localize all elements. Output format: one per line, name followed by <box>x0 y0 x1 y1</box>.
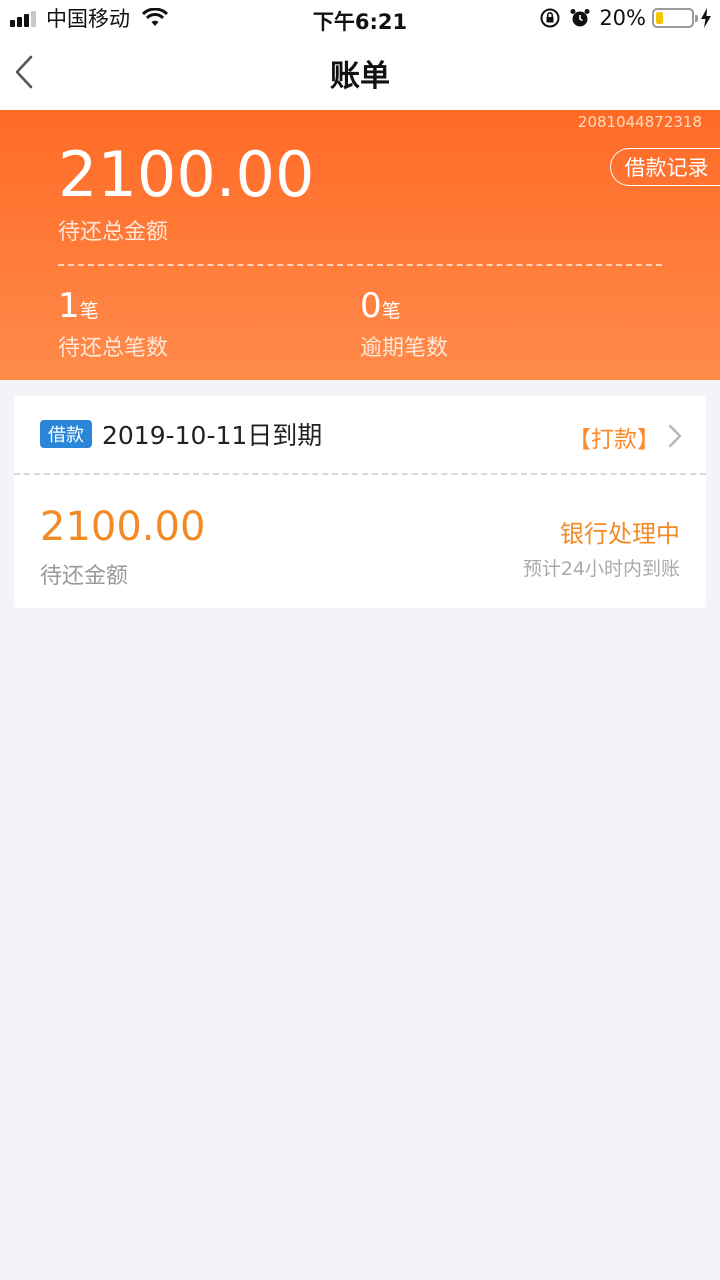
overdue-count-unit: 笔 <box>381 300 401 322</box>
overdue-count-label: 逾期笔数 <box>360 336 449 361</box>
bill-amount-label: 待还金额 <box>40 564 129 589</box>
pay-action[interactable]: 【打款】 <box>568 420 660 454</box>
back-arrow-icon[interactable] <box>12 54 36 90</box>
status-bar: 中国移动 下午6:21 20% <box>0 0 720 36</box>
dashed-divider <box>58 264 662 266</box>
pending-count: 1 <box>58 286 80 326</box>
status-right: 20% <box>539 0 712 36</box>
total-amount: 2100.00 <box>58 138 315 211</box>
total-amount-label: 待还总金额 <box>58 220 169 245</box>
bill-status: 银行处理中 <box>560 520 680 548</box>
pending-count-stat: 1笔 待还总笔数 <box>58 286 168 362</box>
pending-count-unit: 笔 <box>79 300 99 322</box>
bill-status-note: 预计24小时内到账 <box>522 558 680 580</box>
charging-icon <box>701 8 711 28</box>
pending-count-label: 待还总笔数 <box>58 336 169 361</box>
serial-number: 2081044872318 <box>577 113 702 131</box>
page-title: 账单 <box>330 59 390 94</box>
chevron-right-icon[interactable] <box>668 424 682 448</box>
battery-percent: 20% <box>599 6 646 30</box>
rotation-lock-icon <box>540 8 560 28</box>
card-dashed-divider <box>14 473 706 475</box>
overdue-count-stat: 0笔 逾期笔数 <box>360 286 448 362</box>
nav-bar: 账单 <box>0 36 720 110</box>
loan-tag: 借款 <box>40 420 92 448</box>
summary-banner: 2081044872318 借款记录 2100.00 待还总金额 1笔 待还总笔… <box>0 110 720 380</box>
bill-card[interactable]: 借款 2019-10-11日到期 【打款】 2100.00 待还金额 银行处理中… <box>14 396 706 608</box>
battery-icon <box>652 8 698 28</box>
loan-record-button[interactable]: 借款记录 <box>610 148 720 186</box>
due-date: 2019-10-11日到期 <box>102 421 323 450</box>
overdue-count: 0 <box>360 286 382 326</box>
alarm-icon <box>570 9 590 27</box>
bill-card-header[interactable]: 借款 2019-10-11日到期 【打款】 <box>14 396 706 474</box>
bill-amount: 2100.00 <box>40 504 206 550</box>
